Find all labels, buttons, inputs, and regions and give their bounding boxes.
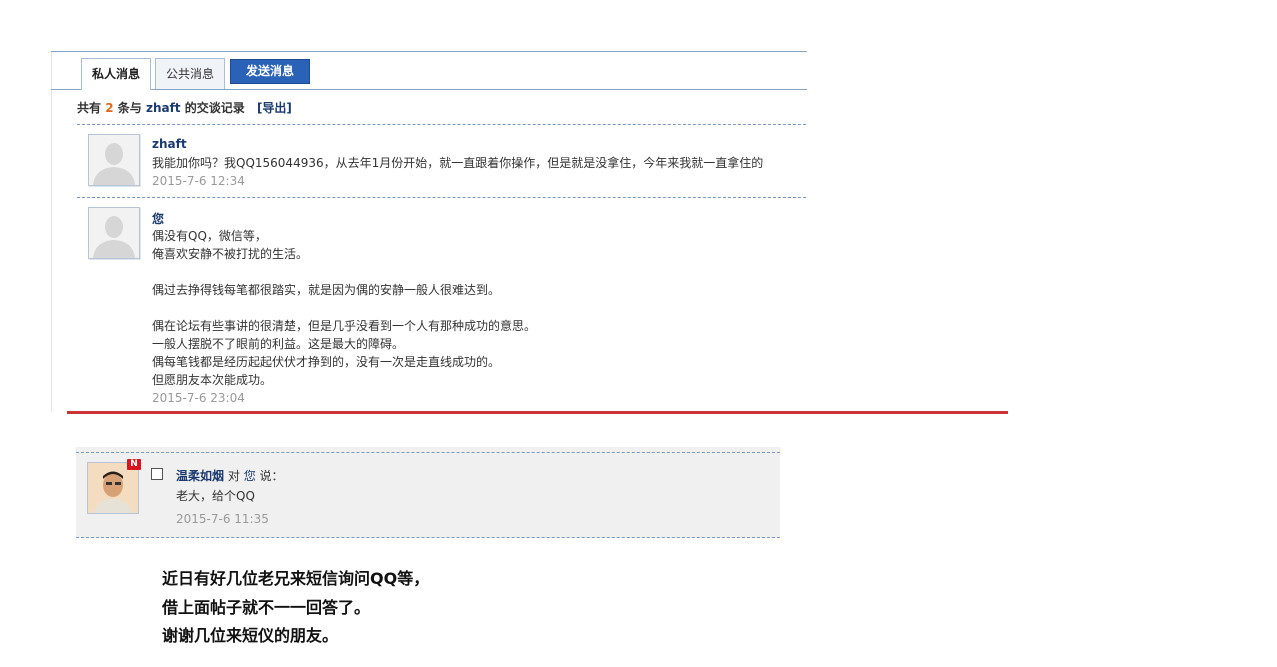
tab-private-messages[interactable]: 私人消息 [81, 58, 151, 90]
user-photo-icon [88, 463, 138, 513]
export-link[interactable]: [导出] [257, 101, 292, 115]
comment-says: 说： [259, 469, 284, 483]
default-user-icon [89, 208, 139, 258]
divider [76, 537, 780, 538]
divider [77, 197, 806, 198]
tab-bar-line [51, 89, 807, 90]
message-sender-link[interactable]: zhaft [152, 137, 187, 151]
new-badge: N [127, 459, 141, 470]
message-count: 2 [105, 101, 114, 115]
summary-middle: 条与 [117, 101, 142, 115]
comment-time: 2015-7-6 11:35 [176, 512, 269, 526]
message-time: 2015-7-6 12:34 [152, 174, 245, 188]
panel-left-edge [51, 52, 52, 412]
avatar[interactable] [88, 134, 140, 186]
panel-top-border [51, 51, 807, 52]
avatar[interactable] [88, 207, 140, 259]
comment-text: 老大，给个QQ [176, 489, 255, 503]
divider [76, 452, 780, 453]
conversation-username-link[interactable]: zhaft [146, 101, 181, 115]
select-checkbox[interactable] [151, 468, 163, 480]
author-note: 近日有好几位老兄来短信询问QQ等， 借上面帖子就不一一回答了。 谢谢几位来短仪的… [162, 569, 430, 645]
conversation-summary: 共有 2 条与 zhaft 的交谈记录 [导出] [77, 99, 292, 116]
comment-target-link[interactable]: 您 [244, 469, 256, 483]
red-divider [67, 411, 1008, 414]
message-text: 偶没有QQ，微信等， 俺喜欢安静不被打扰的生活。 偶过去挣得钱每笔都很踏实，就是… [152, 229, 537, 387]
summary-suffix: 的交谈记录 [184, 101, 245, 115]
send-message-button[interactable]: 发送消息 [230, 59, 310, 84]
comment-to-word: 对 [227, 469, 240, 483]
message-time: 2015-7-6 23:04 [152, 391, 245, 405]
tab-public-messages[interactable]: 公共消息 [155, 58, 225, 89]
summary-prefix: 共有 [77, 101, 102, 115]
message-sender: 您 [152, 212, 165, 226]
divider [77, 124, 806, 125]
comment-author-link[interactable]: 温柔如烟 [176, 469, 224, 483]
message-text: 我能加你吗？我QQ156044936，从去年1月份开始，就一直跟着你操作，但是就… [152, 156, 764, 170]
default-user-icon [89, 135, 139, 185]
comment-header: 温柔如烟 对 您 说： [176, 467, 284, 484]
